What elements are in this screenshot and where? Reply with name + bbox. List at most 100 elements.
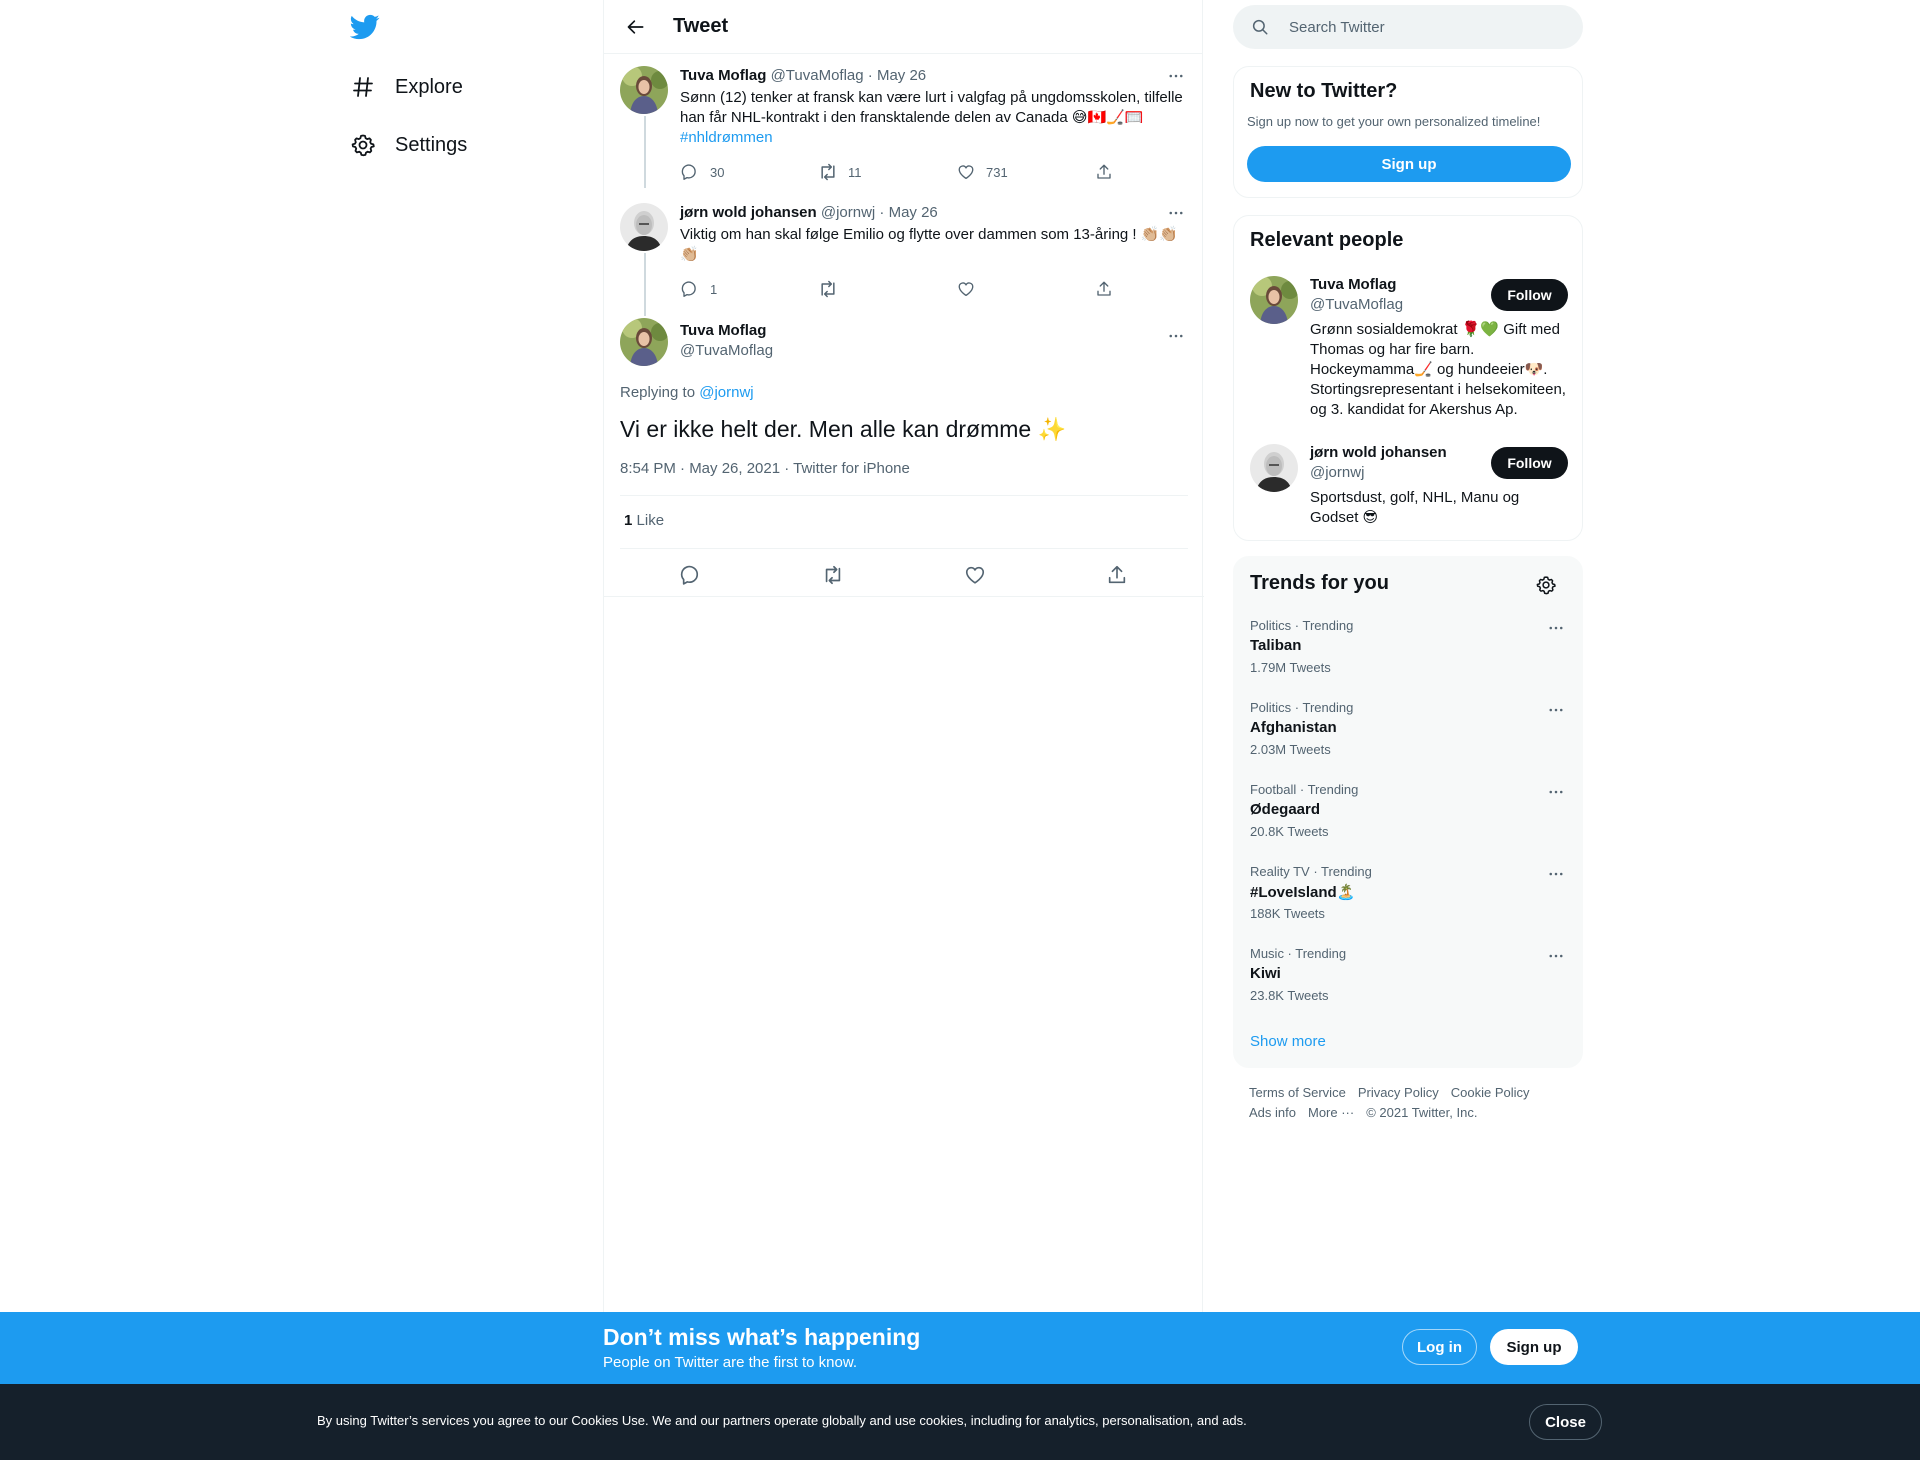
person-item[interactable]: Tuva Moflag @TuvaMoflag Follow Grønn sos… (1250, 276, 1568, 426)
share-button[interactable] (1094, 160, 1118, 184)
more-icon (1549, 708, 1563, 712)
footer-link-terms[interactable]: Terms of Service (1249, 1083, 1346, 1103)
retweet-button[interactable]: 11 (818, 160, 956, 184)
author-name[interactable]: Tuva Moflag (680, 67, 766, 84)
retweet-button[interactable] (818, 277, 956, 301)
tweet-date[interactable]: · May 26 (868, 67, 926, 84)
more-options-button[interactable] (1164, 64, 1188, 88)
footer-link-more[interactable]: More ··· (1308, 1103, 1354, 1123)
trend-item[interactable]: Politics · Trending Taliban 1.79M Tweets (1234, 618, 1584, 700)
twitter-bird-icon[interactable] (349, 12, 380, 42)
back-button[interactable] (618, 9, 654, 45)
share-icon (1094, 162, 1114, 182)
tweet-timestamp[interactable]: 8:54 PM · May 26, 2021 · Twitter for iPh… (620, 460, 910, 477)
trend-meta: Music · Trending (1250, 946, 1347, 961)
reply-button[interactable]: 1 (680, 277, 818, 301)
more-icon (1169, 74, 1183, 78)
login-button[interactable]: Log in (1402, 1329, 1477, 1365)
author-handle[interactable]: @jornwj (821, 204, 875, 221)
like-button[interactable] (956, 277, 1094, 301)
author-handle[interactable]: @TuvaMoflag (771, 67, 864, 84)
person-name[interactable]: Tuva Moflag (1310, 276, 1396, 293)
avatar[interactable] (620, 66, 668, 114)
trend-meta: Reality TV · Trending (1250, 864, 1372, 879)
trend-name: Taliban (1250, 637, 1302, 654)
trend-more-button[interactable] (1544, 782, 1568, 802)
follow-button[interactable]: Follow (1491, 279, 1568, 311)
share-button[interactable] (1094, 277, 1118, 301)
avatar[interactable] (620, 203, 668, 251)
gear-icon (1536, 576, 1556, 595)
reply-icon (680, 162, 700, 182)
trends-settings-button[interactable] (1534, 573, 1558, 597)
signup-button[interactable]: Sign up (1247, 146, 1571, 182)
more-options-button[interactable] (1164, 324, 1188, 348)
person-handle[interactable]: @jornwj (1310, 464, 1364, 481)
likes-summary[interactable]: 1 Like (624, 512, 664, 529)
author-name[interactable]: jørn wold johansen (680, 204, 817, 221)
trend-name: Afghanistan (1250, 719, 1337, 736)
follow-button[interactable]: Follow (1491, 447, 1568, 479)
trend-more-button[interactable] (1544, 864, 1568, 884)
replying-prefix: Replying to (620, 384, 696, 401)
share-button[interactable] (1102, 560, 1132, 590)
trend-item[interactable]: Football · Trending Ødegaard 20.8K Tweet… (1234, 782, 1584, 864)
footer-links: Terms of Service Privacy Policy Cookie Pol… (1249, 1083, 1579, 1123)
thread-tweet[interactable]: jørn wold johansen @jornwj · May 26 Vikt… (620, 201, 1188, 316)
hashtag-link[interactable]: #nhldrømmen (680, 128, 1188, 148)
retweet-button[interactable] (818, 560, 848, 590)
reply-button[interactable] (676, 560, 706, 590)
reply-button[interactable]: 30 (680, 160, 818, 184)
person-handle[interactable]: @TuvaMoflag (1310, 296, 1403, 313)
replying-to-link[interactable]: @jornwj (699, 384, 753, 401)
trend-count: 23.8K Tweets (1250, 988, 1329, 1003)
page-title: Tweet (673, 15, 729, 37)
card-title: Relevant people (1250, 229, 1404, 251)
more-icon (1169, 211, 1183, 215)
avatar[interactable] (1250, 276, 1298, 324)
trend-item[interactable]: Music · Trending Kiwi 23.8K Tweets (1234, 946, 1584, 1028)
footer-link-privacy[interactable]: Privacy Policy (1358, 1083, 1439, 1103)
person-name[interactable]: jørn wold johansen (1310, 444, 1447, 461)
retweet-count: 11 (848, 164, 862, 180)
tweet-text-line: 👏🏼 (680, 246, 699, 263)
relevant-people-card: Relevant people Tuva Moflag @TuvaMoflag … (1233, 215, 1583, 541)
retweet-icon (825, 565, 841, 585)
trend-item[interactable]: Reality TV · Trending #LoveIsland🏝️ 188K… (1234, 864, 1584, 946)
search-bar[interactable] (1233, 5, 1583, 49)
retweet-icon (818, 279, 838, 299)
trend-name: Ødegaard (1250, 801, 1321, 818)
bio-line: Sportsdust, golf, NHL, Manu og (1310, 489, 1520, 506)
author-name[interactable]: Tuva Moflag (680, 322, 766, 339)
replying-to: Replying to @jornwj (620, 384, 754, 401)
footer-link-ads[interactable]: Ads info (1249, 1103, 1296, 1123)
trend-count: 188K Tweets (1250, 906, 1325, 921)
tweet-text-line: han får NHL-kontrakt i den fransktalende… (680, 109, 1144, 126)
like-button[interactable] (960, 560, 990, 590)
thread-line (644, 253, 646, 316)
tweet-date[interactable]: · May 26 (879, 204, 937, 221)
search-input[interactable] (1289, 18, 1549, 36)
signup-button[interactable]: Sign up (1490, 1329, 1578, 1365)
trend-item[interactable]: Politics · Trending Afghanistan 2.03M Tw… (1234, 700, 1584, 782)
divider (620, 548, 1188, 549)
more-options-button[interactable] (1164, 201, 1188, 225)
close-button[interactable]: Close (1529, 1404, 1602, 1440)
reply-icon (680, 279, 700, 299)
like-button[interactable]: 731 (956, 160, 1094, 184)
avatar[interactable] (1250, 444, 1298, 492)
nav-settings[interactable]: Settings (350, 125, 467, 165)
tweet-actions: 30 11 731 (680, 160, 1120, 184)
footer-link-cookie[interactable]: Cookie Policy (1451, 1083, 1530, 1103)
author-handle[interactable]: @TuvaMoflag (680, 342, 773, 359)
thread-line (644, 116, 646, 188)
trend-more-button[interactable] (1544, 946, 1568, 966)
trend-count: 20.8K Tweets (1250, 824, 1329, 839)
thread-tweet[interactable]: Tuva Moflag @TuvaMoflag · May 26 Sønn (1… (620, 64, 1188, 188)
trend-more-button[interactable] (1544, 700, 1568, 720)
nav-explore[interactable]: Explore (350, 67, 463, 107)
person-item[interactable]: jørn wold johansen @jornwj Follow Sports… (1250, 444, 1568, 526)
show-more-link[interactable]: Show more (1250, 1033, 1326, 1050)
trend-more-button[interactable] (1544, 618, 1568, 638)
avatar[interactable] (620, 318, 668, 366)
